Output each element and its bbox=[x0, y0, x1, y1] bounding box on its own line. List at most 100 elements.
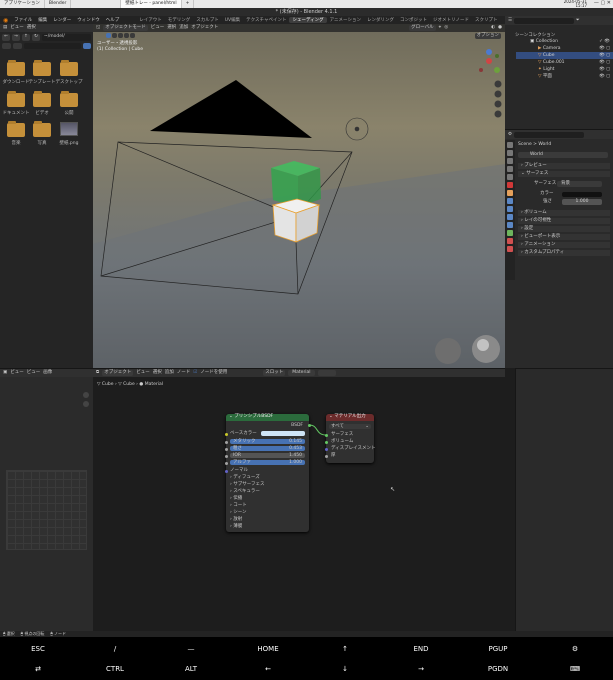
key-pgup[interactable]: PGUP bbox=[468, 645, 528, 653]
material-tab-icon[interactable] bbox=[507, 238, 513, 244]
material-output-node[interactable]: ⌄ マテリアル出力 すべて ⌄ サーフェス ボリューム ディスプレイスメント 厚 bbox=[324, 414, 376, 463]
outliner-row-plane[interactable]: ▽ 平面 👁 ◻ bbox=[516, 73, 613, 80]
file-browser-menu-select[interactable]: 選択 bbox=[27, 25, 36, 31]
section-surface[interactable]: ⌄ サーフェス bbox=[518, 171, 610, 177]
surface-input-socket[interactable] bbox=[324, 434, 328, 437]
key-home[interactable]: HOME bbox=[238, 645, 298, 653]
file-browser-editor-icon[interactable]: ▤ bbox=[3, 25, 7, 31]
metallic-field[interactable]: メタリック 0.145 bbox=[230, 439, 305, 444]
folder-pictures-icon[interactable] bbox=[33, 121, 51, 137]
node-menu-add[interactable]: 追加 bbox=[165, 370, 174, 376]
section-volume[interactable]: › ボリューム bbox=[518, 210, 610, 216]
display-mode-button[interactable] bbox=[2, 43, 11, 49]
properties-editor-icon[interactable]: ⚙ bbox=[508, 132, 512, 138]
visibility-icon[interactable]: 👁 ◻ bbox=[599, 52, 610, 59]
tab-modeling[interactable]: モデリング bbox=[165, 17, 194, 23]
outliner-row-collection[interactable]: ▣ Collection ✓ 👁 bbox=[516, 38, 613, 45]
tab-scripting[interactable]: スクリプト bbox=[472, 17, 501, 23]
use-nodes-checkbox[interactable]: ☑ bbox=[193, 370, 197, 376]
tab-sculpt[interactable]: スカルプト bbox=[193, 17, 222, 23]
section-preview[interactable]: › プレビュー bbox=[518, 163, 610, 169]
keyboard-icon[interactable]: ⌨ bbox=[545, 665, 605, 673]
key-dash[interactable]: — bbox=[161, 645, 221, 653]
modifier-tab-icon[interactable] bbox=[507, 198, 513, 204]
section-settings[interactable]: › 設定 bbox=[518, 226, 610, 232]
viewport-3d[interactable]: ◱ オブジェクトモード ビュー 選択 追加 オブジェクト グローバル ⌖ ◎ ◐… bbox=[93, 24, 505, 368]
new-material-button[interactable] bbox=[317, 370, 336, 376]
node-menu-select[interactable]: 選択 bbox=[153, 370, 162, 376]
panel-sheen[interactable]: › シーン bbox=[230, 510, 247, 516]
file-browser-menu-view[interactable]: ビュー bbox=[10, 25, 24, 31]
os-tab-new[interactable]: + bbox=[182, 0, 195, 8]
panel-coat[interactable]: › コート bbox=[230, 503, 247, 509]
os-tab-blank[interactable] bbox=[71, 0, 122, 8]
refresh-button[interactable]: ↻ bbox=[32, 34, 40, 41]
key-end[interactable]: END bbox=[391, 645, 451, 653]
folder-documents-icon[interactable] bbox=[7, 91, 25, 107]
image-editor-menu-image[interactable]: 画像 bbox=[43, 370, 52, 376]
panel-thin-film[interactable]: › 薄膜 bbox=[230, 524, 242, 530]
tab-animation[interactable]: アニメーション bbox=[327, 17, 364, 23]
node-menu-view[interactable]: ビュー bbox=[136, 370, 150, 376]
section-viewport-display[interactable]: › ビューポート表示 bbox=[518, 234, 610, 240]
panel-diffuse[interactable]: › ディフューズ bbox=[230, 475, 260, 481]
menu-render[interactable]: レンダー bbox=[50, 17, 74, 23]
key-pgdn[interactable]: PGDN bbox=[468, 665, 528, 673]
world-name-field[interactable]: World bbox=[518, 152, 608, 158]
outliner-row-camera[interactable]: ▶ Camera 👁 ◻ bbox=[516, 45, 613, 52]
filter-icon[interactable]: ⏷ bbox=[576, 18, 580, 24]
window-controls[interactable]: — ▢ ✕ bbox=[594, 0, 611, 6]
base-color-swatch[interactable] bbox=[261, 431, 305, 436]
roughness-field[interactable]: 粗さ 0.453 bbox=[230, 446, 305, 451]
tab-shading[interactable]: シェーディング bbox=[289, 17, 327, 23]
tool-tab-icon[interactable] bbox=[507, 142, 513, 148]
texture-tab-icon[interactable] bbox=[507, 246, 513, 252]
image-editor-icon[interactable]: ▣ bbox=[3, 370, 7, 376]
color-swatch[interactable] bbox=[562, 192, 602, 197]
panel-emission[interactable]: › 放射 bbox=[230, 517, 242, 523]
panel-subsurface[interactable]: › サブサーフェス bbox=[230, 482, 264, 488]
menu-file[interactable]: ファイル bbox=[11, 17, 35, 23]
sort-button[interactable] bbox=[13, 43, 22, 49]
input-socket[interactable] bbox=[224, 462, 228, 465]
object-tab-icon[interactable] bbox=[507, 190, 513, 196]
os-tab-blender[interactable]: Blender bbox=[45, 0, 72, 8]
render-tab-icon[interactable] bbox=[507, 150, 513, 156]
parent-button[interactable]: ↑ bbox=[22, 34, 30, 41]
world-tab-icon[interactable] bbox=[507, 182, 513, 188]
section-ray-visibility[interactable]: › レイの可視性 bbox=[518, 218, 610, 224]
forward-button[interactable]: → bbox=[12, 34, 20, 41]
menu-window[interactable]: ウィンドウ bbox=[74, 17, 103, 23]
input-socket[interactable] bbox=[224, 455, 228, 458]
properties-search-input[interactable] bbox=[514, 131, 585, 138]
visibility-icon[interactable]: 👁 ◻ bbox=[599, 59, 610, 66]
outliner-row-cube001[interactable]: ▽ Cube.001 👁 ◻ bbox=[516, 59, 613, 66]
shader-type-dropdown[interactable]: オブジェクト bbox=[102, 370, 134, 376]
strength-field[interactable]: 1.000 bbox=[562, 199, 602, 205]
key-right[interactable]: → bbox=[391, 665, 451, 673]
key-up[interactable]: ↑ bbox=[315, 645, 375, 653]
outliner-editor-icon[interactable]: ☰ bbox=[508, 18, 512, 24]
view-layer-tab-icon[interactable] bbox=[507, 166, 513, 172]
bsdf-output-socket[interactable] bbox=[307, 424, 311, 427]
principled-bsdf-node[interactable]: ⌄ プリンシプルBSDF BSDF ベースカラー メタリック 0.145 粗さ 0.… bbox=[224, 414, 311, 532]
back-button[interactable]: ← bbox=[2, 34, 10, 41]
tab-compositing[interactable]: コンポジット bbox=[397, 17, 430, 23]
particles-tab-icon[interactable] bbox=[507, 206, 513, 212]
physics-tab-icon[interactable] bbox=[507, 214, 513, 220]
node-menu-node[interactable]: ノード bbox=[177, 370, 191, 376]
input-socket[interactable] bbox=[224, 448, 228, 451]
visibility-icon[interactable]: ✓ 👁 bbox=[599, 38, 610, 45]
key-down[interactable]: ↓ bbox=[315, 665, 375, 673]
panel-specular[interactable]: › スペキュラー bbox=[230, 489, 260, 495]
path-field[interactable]: ~/model/ bbox=[42, 34, 91, 41]
tab-rendering[interactable]: レンダリング bbox=[364, 17, 397, 23]
displacement-input-socket[interactable] bbox=[324, 448, 328, 451]
image-editor-menu-view[interactable]: ビュー bbox=[10, 370, 24, 376]
alpha-field[interactable]: アルファ 1.000 bbox=[230, 460, 305, 465]
key-alt[interactable]: ALT bbox=[161, 665, 221, 673]
os-tab-apps[interactable]: アプリケーション bbox=[0, 0, 45, 8]
outliner-row-cube[interactable]: ▽ Cube 👁 ◻ bbox=[516, 52, 613, 59]
visibility-icon[interactable]: 👁 ◻ bbox=[599, 45, 610, 52]
tab-layout[interactable]: レイアウト bbox=[136, 17, 165, 23]
